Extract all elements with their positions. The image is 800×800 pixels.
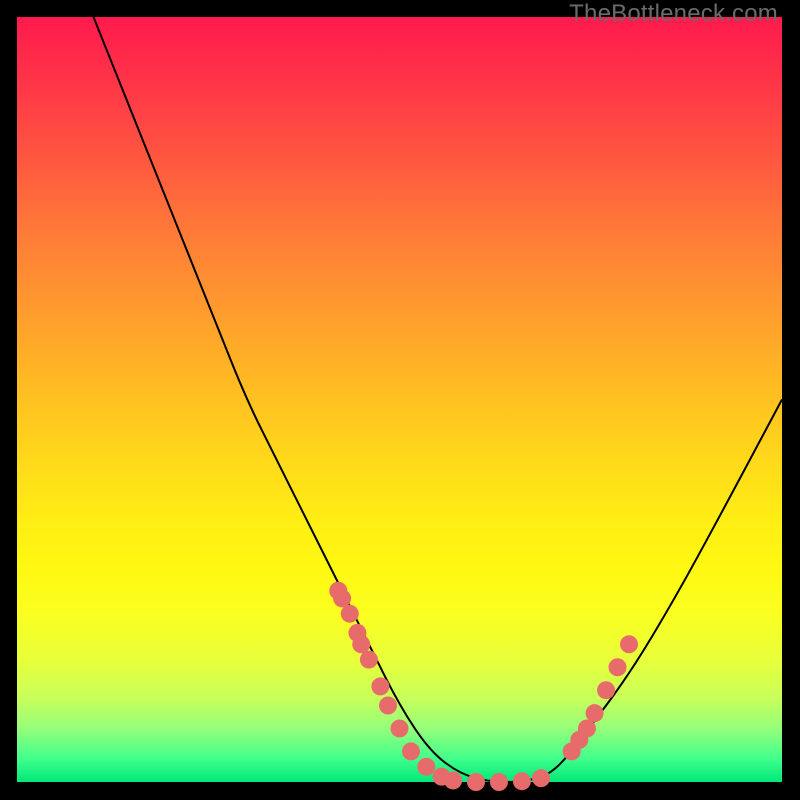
chart-stage: TheBottleneck.com — [0, 0, 800, 800]
plot-area — [17, 17, 782, 782]
curve-marker — [467, 773, 485, 791]
curve-marker — [586, 704, 604, 722]
curve-marker — [391, 719, 409, 737]
curve-marker — [360, 651, 378, 669]
curve-marker — [609, 658, 627, 676]
curve-marker — [371, 677, 389, 695]
curve-marker — [417, 758, 435, 776]
curve-marker — [513, 772, 531, 790]
curve-marker — [333, 589, 351, 607]
curve-marker — [532, 769, 550, 787]
curve-marker — [620, 635, 638, 653]
curve-marker — [352, 635, 370, 653]
curve-marker — [444, 771, 462, 789]
curve-marker — [597, 681, 615, 699]
curve-marker — [341, 605, 359, 623]
curve-marker — [490, 773, 508, 791]
bottleneck-curve — [94, 17, 783, 782]
curve-marker — [402, 742, 420, 760]
curve-layer — [94, 17, 783, 782]
watermark-text: TheBottleneck.com — [569, 0, 778, 28]
chart-svg — [17, 17, 782, 782]
curve-marker — [578, 719, 596, 737]
marker-layer — [329, 582, 638, 791]
curve-marker — [379, 697, 397, 715]
